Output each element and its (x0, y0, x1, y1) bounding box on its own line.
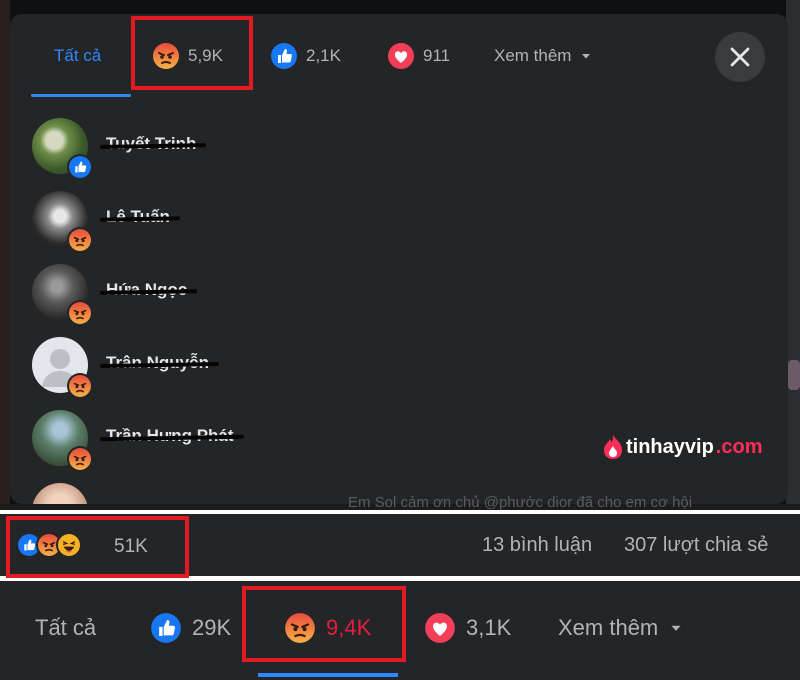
like-reaction-icon (271, 43, 297, 69)
reactor-row[interactable]: Trân Nguyễn (10, 329, 788, 401)
tab-see-more-label: Xem thêm (494, 46, 572, 65)
tab-angry-count: 5,9K (188, 46, 223, 65)
tab-see-more[interactable]: Xem thêm (558, 611, 684, 645)
tab-see-more-label: Xem thêm (558, 615, 659, 640)
tab-like-count: 29K (192, 615, 232, 640)
watermark: tinhayvip .com (602, 434, 762, 460)
tab-all-label: Tất cả (35, 615, 97, 640)
background-left (0, 0, 10, 505)
chevron-down-icon (582, 54, 591, 59)
haha-reaction-icon (56, 532, 82, 558)
angry-reaction-icon (69, 302, 91, 324)
reactor-name[interactable]: Trân Nguyễn (99, 353, 219, 373)
screenshot-stage: Tất cả 5,9K 2,1K 911 Xem thêm tinhayvip … (0, 0, 800, 680)
active-tab-indicator (258, 673, 398, 677)
reactor-name[interactable]: Tuyết Trinh (99, 134, 207, 154)
reaction-badge (67, 154, 93, 180)
tab-love-count: 3,1K (466, 615, 512, 640)
angry-reaction-icon (69, 229, 91, 251)
reaction-summary[interactable] (16, 532, 82, 558)
angry-reaction-icon (69, 375, 91, 397)
reactor-row[interactable]: Tuyết Trinh (10, 110, 788, 182)
tab-like-count: 2,1K (306, 46, 341, 65)
bottom-reaction-tabs: Tất cả 29K 9,4K 3,1K Xem thêm (0, 581, 800, 680)
reaction-count[interactable]: 51K (114, 536, 148, 558)
tab-all-label: Tất cả (54, 46, 102, 65)
tab-see-more[interactable]: Xem thêm (494, 40, 593, 72)
angry-reaction-icon (285, 613, 315, 643)
love-reaction-icon (388, 43, 414, 69)
avatar[interactable] (32, 483, 88, 504)
reactor-row[interactable]: Lê Tuấn (10, 183, 788, 255)
comment-count-link[interactable]: 13 bình luận (482, 534, 592, 557)
flame-logo-icon (604, 435, 622, 459)
close-icon (730, 47, 750, 67)
reactor-name[interactable]: Trần Hưng Phát (99, 426, 244, 446)
watermark-suffix: .com (715, 435, 763, 458)
reactor-row[interactable]: Hứa Ngọc (10, 256, 788, 328)
reaction-badge (67, 300, 93, 326)
reactor-name[interactable]: Lê Tuấn (99, 207, 180, 227)
active-tab-indicator (31, 94, 131, 97)
angry-reaction-icon (69, 448, 91, 470)
tab-love[interactable]: 911 (387, 40, 450, 72)
reaction-tabs: Tất cả 5,9K 2,1K 911 Xem thêm (10, 14, 788, 98)
watermark-brand: tinhayvip (626, 435, 714, 458)
like-reaction-icon (69, 156, 91, 178)
reaction-badge (67, 446, 93, 472)
tab-like[interactable]: 2,1K (270, 40, 341, 72)
close-button[interactable] (715, 32, 765, 82)
love-reaction-icon (425, 613, 455, 643)
tab-all[interactable]: Tất cả (54, 40, 101, 72)
tab-love-count: 911 (423, 46, 451, 65)
background-right (786, 0, 800, 505)
tab-angry-count: 9,4K (326, 615, 372, 640)
tab-like[interactable]: 29K (150, 611, 231, 645)
share-count-link[interactable]: 307 lượt chia sẻ (624, 534, 768, 557)
tab-all[interactable]: Tất cả (35, 611, 96, 645)
angry-reaction-icon (153, 43, 179, 69)
haha-reaction-icon (58, 534, 80, 556)
tab-love[interactable]: 3,1K (424, 611, 511, 645)
like-reaction-icon (151, 613, 181, 643)
post-caption-fragment: Em Sol cảm ơn chủ @phước dior đã cho em … (348, 494, 693, 511)
tab-angry[interactable]: 5,9K (152, 40, 223, 72)
reaction-badge (67, 227, 93, 253)
chevron-down-icon (671, 625, 681, 631)
post-stats-bar: 51K 13 bình luận 307 lượt chia sẻ (0, 514, 800, 576)
background-blob (788, 360, 800, 390)
tab-angry[interactable]: 9,4K (284, 611, 371, 645)
reactor-name[interactable]: Hứa Ngọc (99, 280, 198, 300)
reactions-dialog: Tất cả 5,9K 2,1K 911 Xem thêm tinhayvip … (10, 14, 788, 504)
reaction-badge (67, 373, 93, 399)
